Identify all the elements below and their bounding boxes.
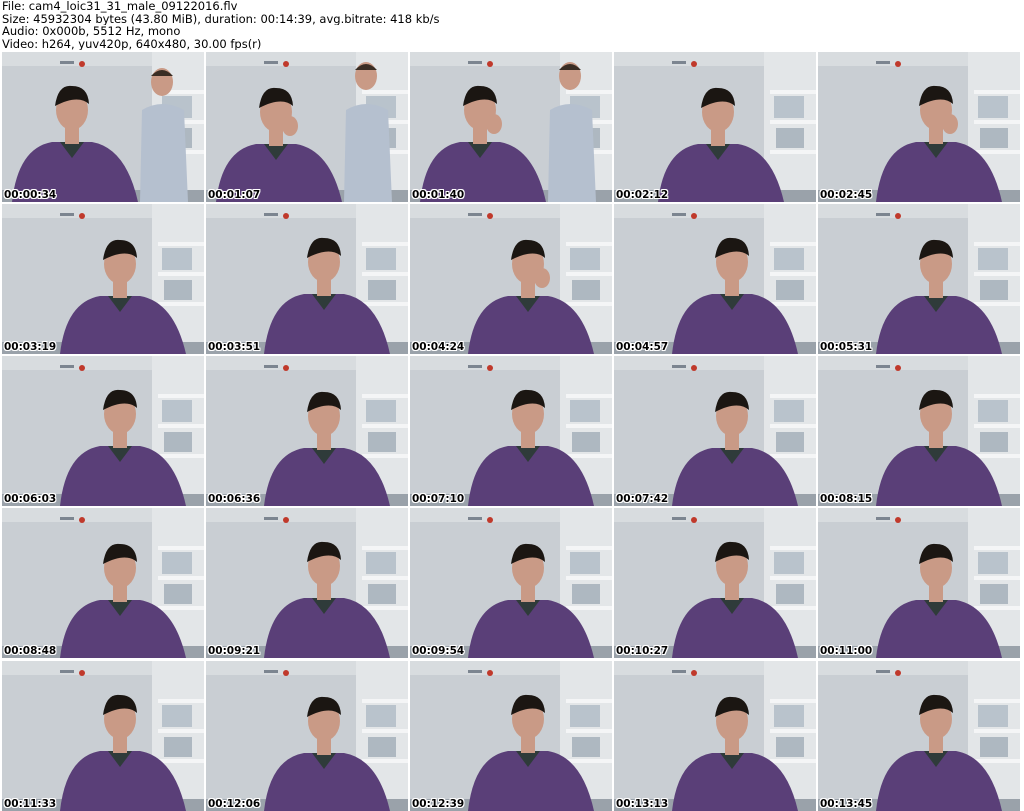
frame-timestamp: 00:09:21	[208, 645, 261, 657]
webcam-frame-image	[614, 356, 816, 506]
video-thumbnail: 00:13:13	[614, 661, 816, 811]
video-thumbnail: 00:01:07	[206, 52, 408, 202]
webcam-frame-image	[818, 52, 1020, 202]
frame-timestamp: 00:02:12	[616, 189, 669, 201]
webcam-frame-image	[206, 508, 408, 658]
video-thumbnail: 00:11:00	[818, 508, 1020, 658]
frame-timestamp: 00:03:19	[4, 341, 57, 353]
video-thumbnail: 00:08:15	[818, 356, 1020, 506]
webcam-frame-image	[818, 508, 1020, 658]
frame-timestamp: 00:06:36	[208, 493, 261, 505]
frame-timestamp: 00:06:03	[4, 493, 57, 505]
webcam-frame-image	[614, 204, 816, 354]
thumbnail-grid: 00:00:34 00:01:07 00:01:40 00:02:12 00:02:45…	[2, 52, 1022, 811]
file-info-header: File: cam4_loic31_31_male_09122016.flv S…	[2, 0, 1022, 50]
frame-timestamp: 00:05:31	[820, 341, 873, 353]
webcam-frame-image	[818, 661, 1020, 811]
frame-timestamp: 00:01:40	[412, 189, 465, 201]
webcam-frame-image	[410, 52, 612, 202]
webcam-frame-image	[614, 508, 816, 658]
frame-timestamp: 00:11:33	[4, 798, 57, 810]
webcam-frame-image	[206, 356, 408, 506]
webcam-frame-image	[2, 204, 204, 354]
video-thumbnail: 00:02:12	[614, 52, 816, 202]
video-thumbnail: 00:05:31	[818, 204, 1020, 354]
webcam-frame-image	[206, 661, 408, 811]
video-thumbnail: 00:09:21	[206, 508, 408, 658]
frame-timestamp: 00:08:48	[4, 645, 57, 657]
webcam-frame-image	[410, 661, 612, 811]
webcam-frame-image	[206, 204, 408, 354]
video-thumbnail: 00:12:06	[206, 661, 408, 811]
frame-timestamp: 00:11:00	[820, 645, 873, 657]
video-thumbnail: 00:03:19	[2, 204, 204, 354]
webcam-frame-image	[410, 356, 612, 506]
video-thumbnail: 00:13:45	[818, 661, 1020, 811]
frame-timestamp: 00:07:10	[412, 493, 465, 505]
video-thumbnail: 00:06:36	[206, 356, 408, 506]
video-thumbnail: 00:00:34	[2, 52, 204, 202]
frame-timestamp: 00:03:51	[208, 341, 261, 353]
webcam-frame-image	[818, 204, 1020, 354]
frame-timestamp: 00:09:54	[412, 645, 465, 657]
video-thumbnail: 00:06:03	[2, 356, 204, 506]
frame-timestamp: 00:10:27	[616, 645, 669, 657]
video-thumbnail: 00:07:42	[614, 356, 816, 506]
webcam-frame-image	[410, 508, 612, 658]
webcam-frame-image	[2, 508, 204, 658]
webcam-frame-image	[2, 356, 204, 506]
webcam-frame-image	[206, 52, 408, 202]
video-thumbnail: 00:12:39	[410, 661, 612, 811]
video-thumbnail: 00:04:57	[614, 204, 816, 354]
video-thumbnail: 00:09:54	[410, 508, 612, 658]
video-thumbnail: 00:01:40	[410, 52, 612, 202]
frame-timestamp: 00:04:57	[616, 341, 669, 353]
video-thumbnail: 00:04:24	[410, 204, 612, 354]
video-info-line: Video: h264, yuv420p, 640x480, 30.00 fps…	[2, 37, 262, 50]
frame-timestamp: 00:01:07	[208, 189, 261, 201]
webcam-frame-image	[818, 356, 1020, 506]
webcam-frame-image	[2, 661, 204, 811]
frame-timestamp: 00:00:34	[4, 189, 57, 201]
video-thumbnail: 00:07:10	[410, 356, 612, 506]
audio-info-line: Audio: 0x000b, 5512 Hz, mono	[2, 25, 181, 38]
webcam-frame-image	[614, 661, 816, 811]
file-size-line: Size: 45932304 bytes (43.80 MiB), durati…	[2, 12, 440, 25]
video-thumbnail: 00:02:45	[818, 52, 1020, 202]
webcam-frame-image	[2, 52, 204, 202]
frame-timestamp: 00:08:15	[820, 493, 873, 505]
frame-timestamp: 00:12:06	[208, 798, 261, 810]
frame-timestamp: 00:13:45	[820, 798, 873, 810]
frame-timestamp: 00:02:45	[820, 189, 873, 201]
video-thumbnail: 00:03:51	[206, 204, 408, 354]
file-name-line: File: cam4_loic31_31_male_09122016.flv	[2, 0, 238, 13]
video-thumbnail: 00:10:27	[614, 508, 816, 658]
video-thumbnail: 00:11:33	[2, 661, 204, 811]
frame-timestamp: 00:07:42	[616, 493, 669, 505]
video-thumbnail: 00:08:48	[2, 508, 204, 658]
frame-timestamp: 00:12:39	[412, 798, 465, 810]
webcam-frame-image	[410, 204, 612, 354]
frame-timestamp: 00:04:24	[412, 341, 465, 353]
frame-timestamp: 00:13:13	[616, 798, 669, 810]
webcam-frame-image	[614, 52, 816, 202]
